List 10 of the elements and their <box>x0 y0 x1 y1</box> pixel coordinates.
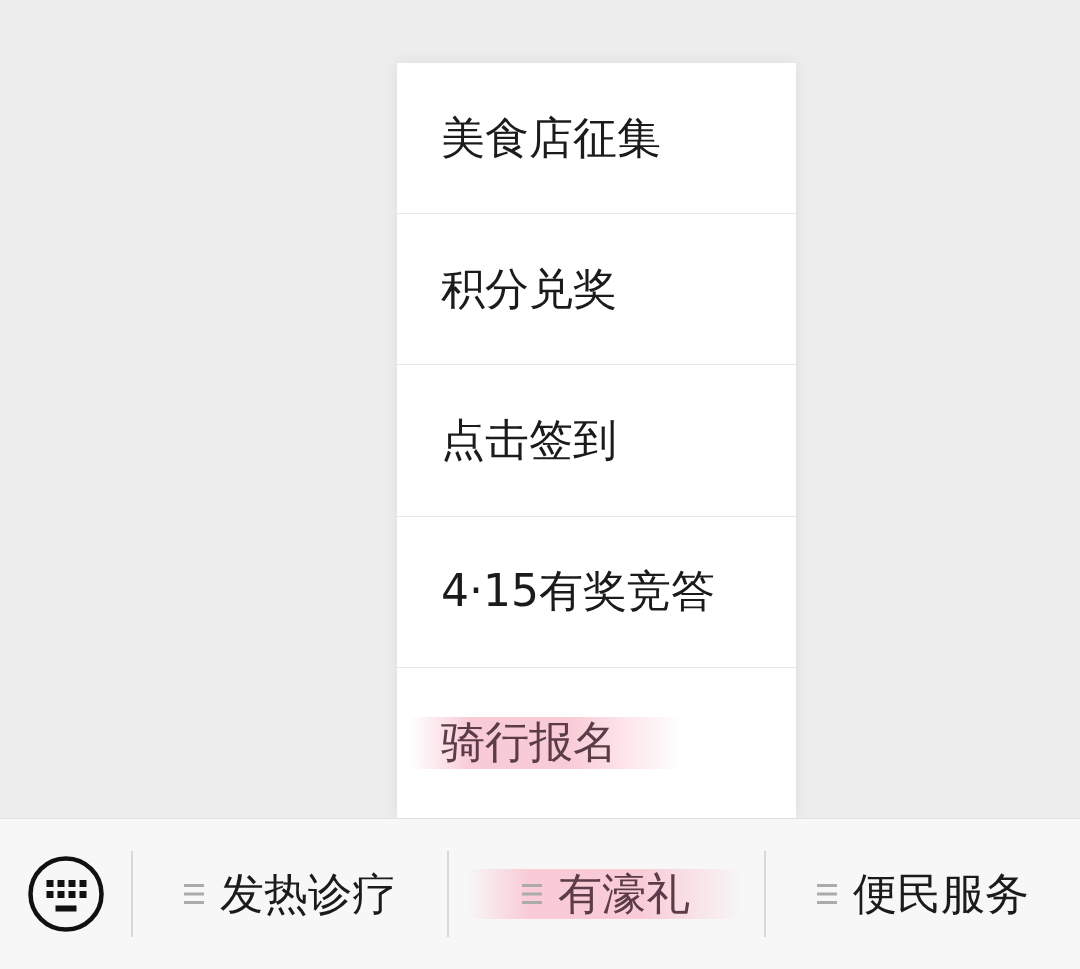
keyboard-icon[interactable] <box>27 856 104 932</box>
menu-icon <box>522 884 543 904</box>
menu-icon <box>816 884 837 904</box>
menu-tab[interactable]: 发热诊疗 <box>133 819 448 969</box>
menu-item[interactable]: 4·15有奖竞答 <box>397 515 796 667</box>
menu-item[interactable]: 点击签到 <box>397 364 796 516</box>
menu-item[interactable]: 积分兑奖 <box>397 213 796 365</box>
menu-item[interactable]: 美食店征集 <box>397 63 796 214</box>
menu-icon <box>184 884 205 904</box>
menu-tab[interactable]: 便民服务 <box>765 819 1080 969</box>
